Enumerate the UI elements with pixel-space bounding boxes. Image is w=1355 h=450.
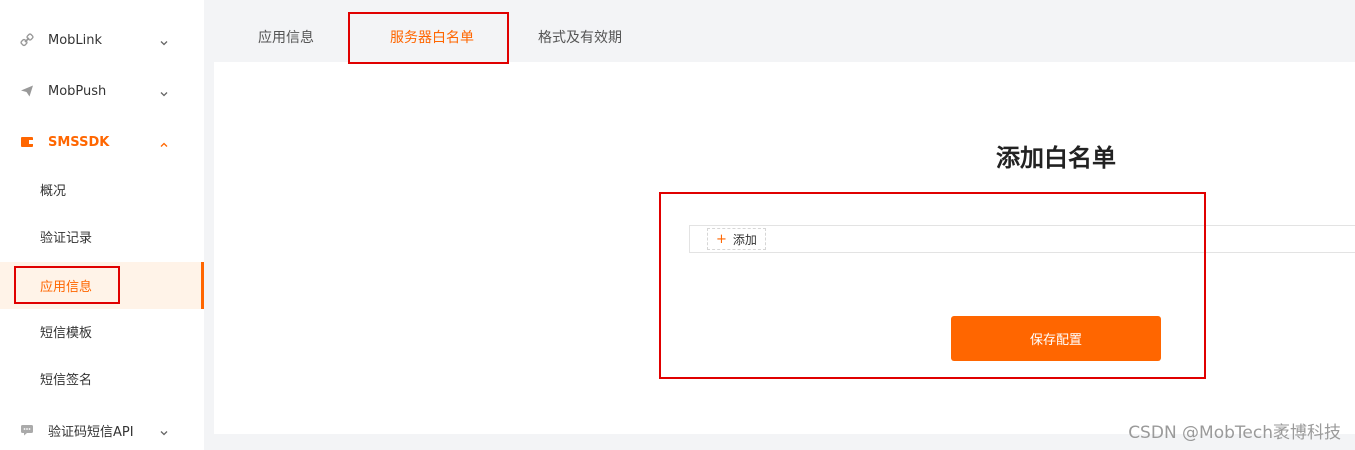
tab-server-whitelist[interactable]: 服务器白名单 [390,14,474,60]
send-icon [20,84,34,98]
watermark: CSDN @MobTech袤博科技 [1128,423,1341,443]
page-title: 添加白名单 [996,144,1116,172]
tab-app-info[interactable]: 应用信息 [258,14,314,60]
sidebar-item-label: 概况 [40,184,67,199]
sidebar-group-label: SMSSDK [48,134,110,150]
sidebar-item-app-info[interactable]: 应用信息 [0,262,204,309]
link-icon [20,33,34,47]
sidebar-group-label: MobPush [48,83,107,99]
chevron-down-icon [158,85,170,97]
plus-icon: + [716,231,727,247]
sidebar-group-moblink[interactable]: MobLink [0,17,204,63]
sidebar-item-label: 短信模板 [40,326,93,341]
sidebar-item-overview[interactable]: 概况 [0,166,204,213]
content-panel: 添加白名单 + 添加 保存配置 [214,62,1355,434]
sidebar: MobLink MobPush SMSSDK 概况 验证记录 应用信息 短信模板… [0,0,204,450]
sidebar-item-label: 短信签名 [40,373,93,388]
whitelist-list: + 添加 [689,225,1355,253]
sidebar-item-sms-templates[interactable]: 短信模板 [0,308,204,355]
message-icon [20,135,34,149]
tab-format-validity[interactable]: 格式及有效期 [538,14,622,60]
sidebar-group-mobpush[interactable]: MobPush [0,68,204,114]
sidebar-item-label: 应用信息 [40,280,93,295]
sidebar-item-sms-signatures[interactable]: 短信签名 [0,355,204,402]
sidebar-item-verification-records[interactable]: 验证记录 [0,213,204,260]
tab-label: 应用信息 [258,30,314,46]
chevron-up-icon [158,136,170,148]
sidebar-group-sms-api[interactable]: 验证码短信API [0,407,204,450]
sidebar-group-label: 验证码短信API [48,424,134,440]
tab-label: 服务器白名单 [390,30,474,46]
chevron-down-icon [158,34,170,46]
sidebar-group-label: MobLink [48,32,103,48]
add-whitelist-button[interactable]: + 添加 [707,228,766,250]
sidebar-group-smssdk[interactable]: SMSSDK [0,119,204,165]
tab-label: 格式及有效期 [538,30,622,46]
chat-icon [20,423,34,437]
save-config-button[interactable]: 保存配置 [951,316,1161,361]
sidebar-item-label: 验证记录 [40,231,93,246]
add-label: 添加 [732,232,757,247]
chevron-down-icon [158,424,170,436]
